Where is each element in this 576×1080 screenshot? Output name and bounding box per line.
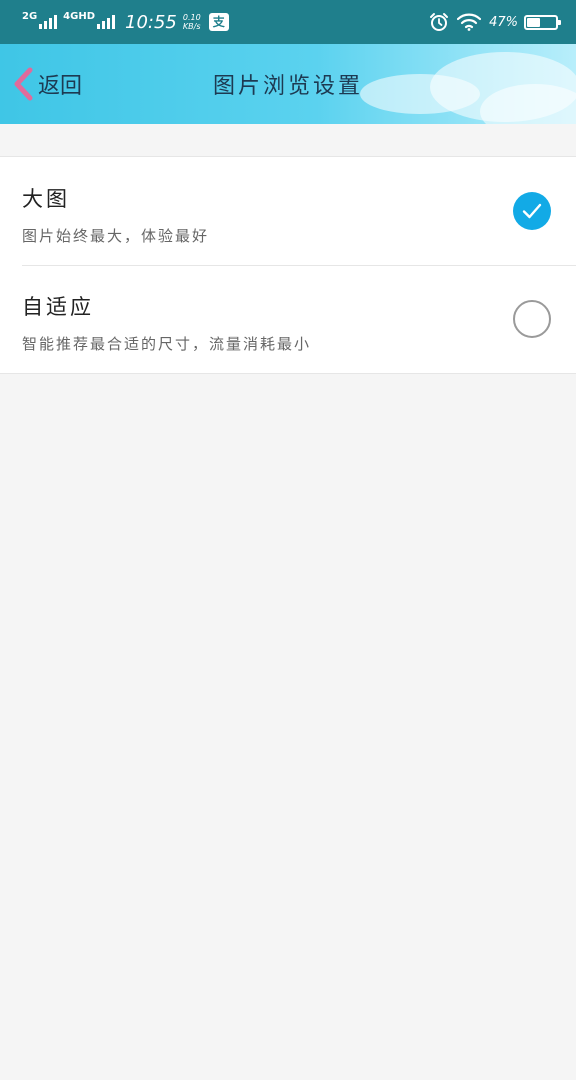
- status-bar-right: 47%: [429, 12, 561, 32]
- alarm-clock-icon: [430, 13, 449, 31]
- network-2g-label: 2G: [22, 11, 38, 22]
- network-speed-value: 0.10: [182, 13, 201, 22]
- option-description: 智能推荐最合适的尺寸，流量消耗最小: [22, 335, 312, 353]
- network-speed-unit: KB/s: [182, 22, 201, 31]
- option-title: 自适应: [22, 295, 94, 319]
- page-title: 图片浏览设置: [212, 74, 363, 99]
- status-bar: 2G 4GHD 10:55 0.10 KB/s 支 47%: [0, 0, 576, 44]
- option-large-image[interactable]: 大图 图片始终最大，体验最好: [0, 157, 576, 265]
- battery-percent: 47%: [489, 14, 518, 30]
- battery-icon: [524, 14, 561, 30]
- status-bar-left: 2G 4GHD 10:55 0.10 KB/s 支: [22, 12, 229, 33]
- clock-time: 10:55: [125, 11, 177, 33]
- network-4g-label: 4GHD: [63, 11, 96, 22]
- wifi-icon: [457, 13, 482, 31]
- network-2g-signal: 2G: [22, 11, 58, 29]
- signal-bars-icon: [97, 15, 116, 29]
- network-speed: 0.10 KB/s: [183, 13, 201, 31]
- battery-level-fill: [527, 17, 540, 27]
- checkmark-selected-icon[interactable]: [513, 192, 551, 230]
- image-browse-options-list: 大图 图片始终最大，体验最好 自适应 智能推荐最合适的尺寸，流量消耗最小: [0, 156, 576, 374]
- network-4g-signal: 4GHD: [63, 11, 116, 29]
- signal-bars-icon: [39, 15, 58, 29]
- alipay-notification-icon: 支: [208, 13, 229, 31]
- option-title: 大图: [22, 187, 70, 211]
- option-adaptive[interactable]: 自适应 智能推荐最合适的尺寸，流量消耗最小: [0, 265, 576, 373]
- radio-unselected-icon[interactable]: [513, 300, 551, 338]
- option-description: 图片始终最大，体验最好: [22, 227, 210, 245]
- title-bar: 返回 图片浏览设置: [0, 44, 576, 124]
